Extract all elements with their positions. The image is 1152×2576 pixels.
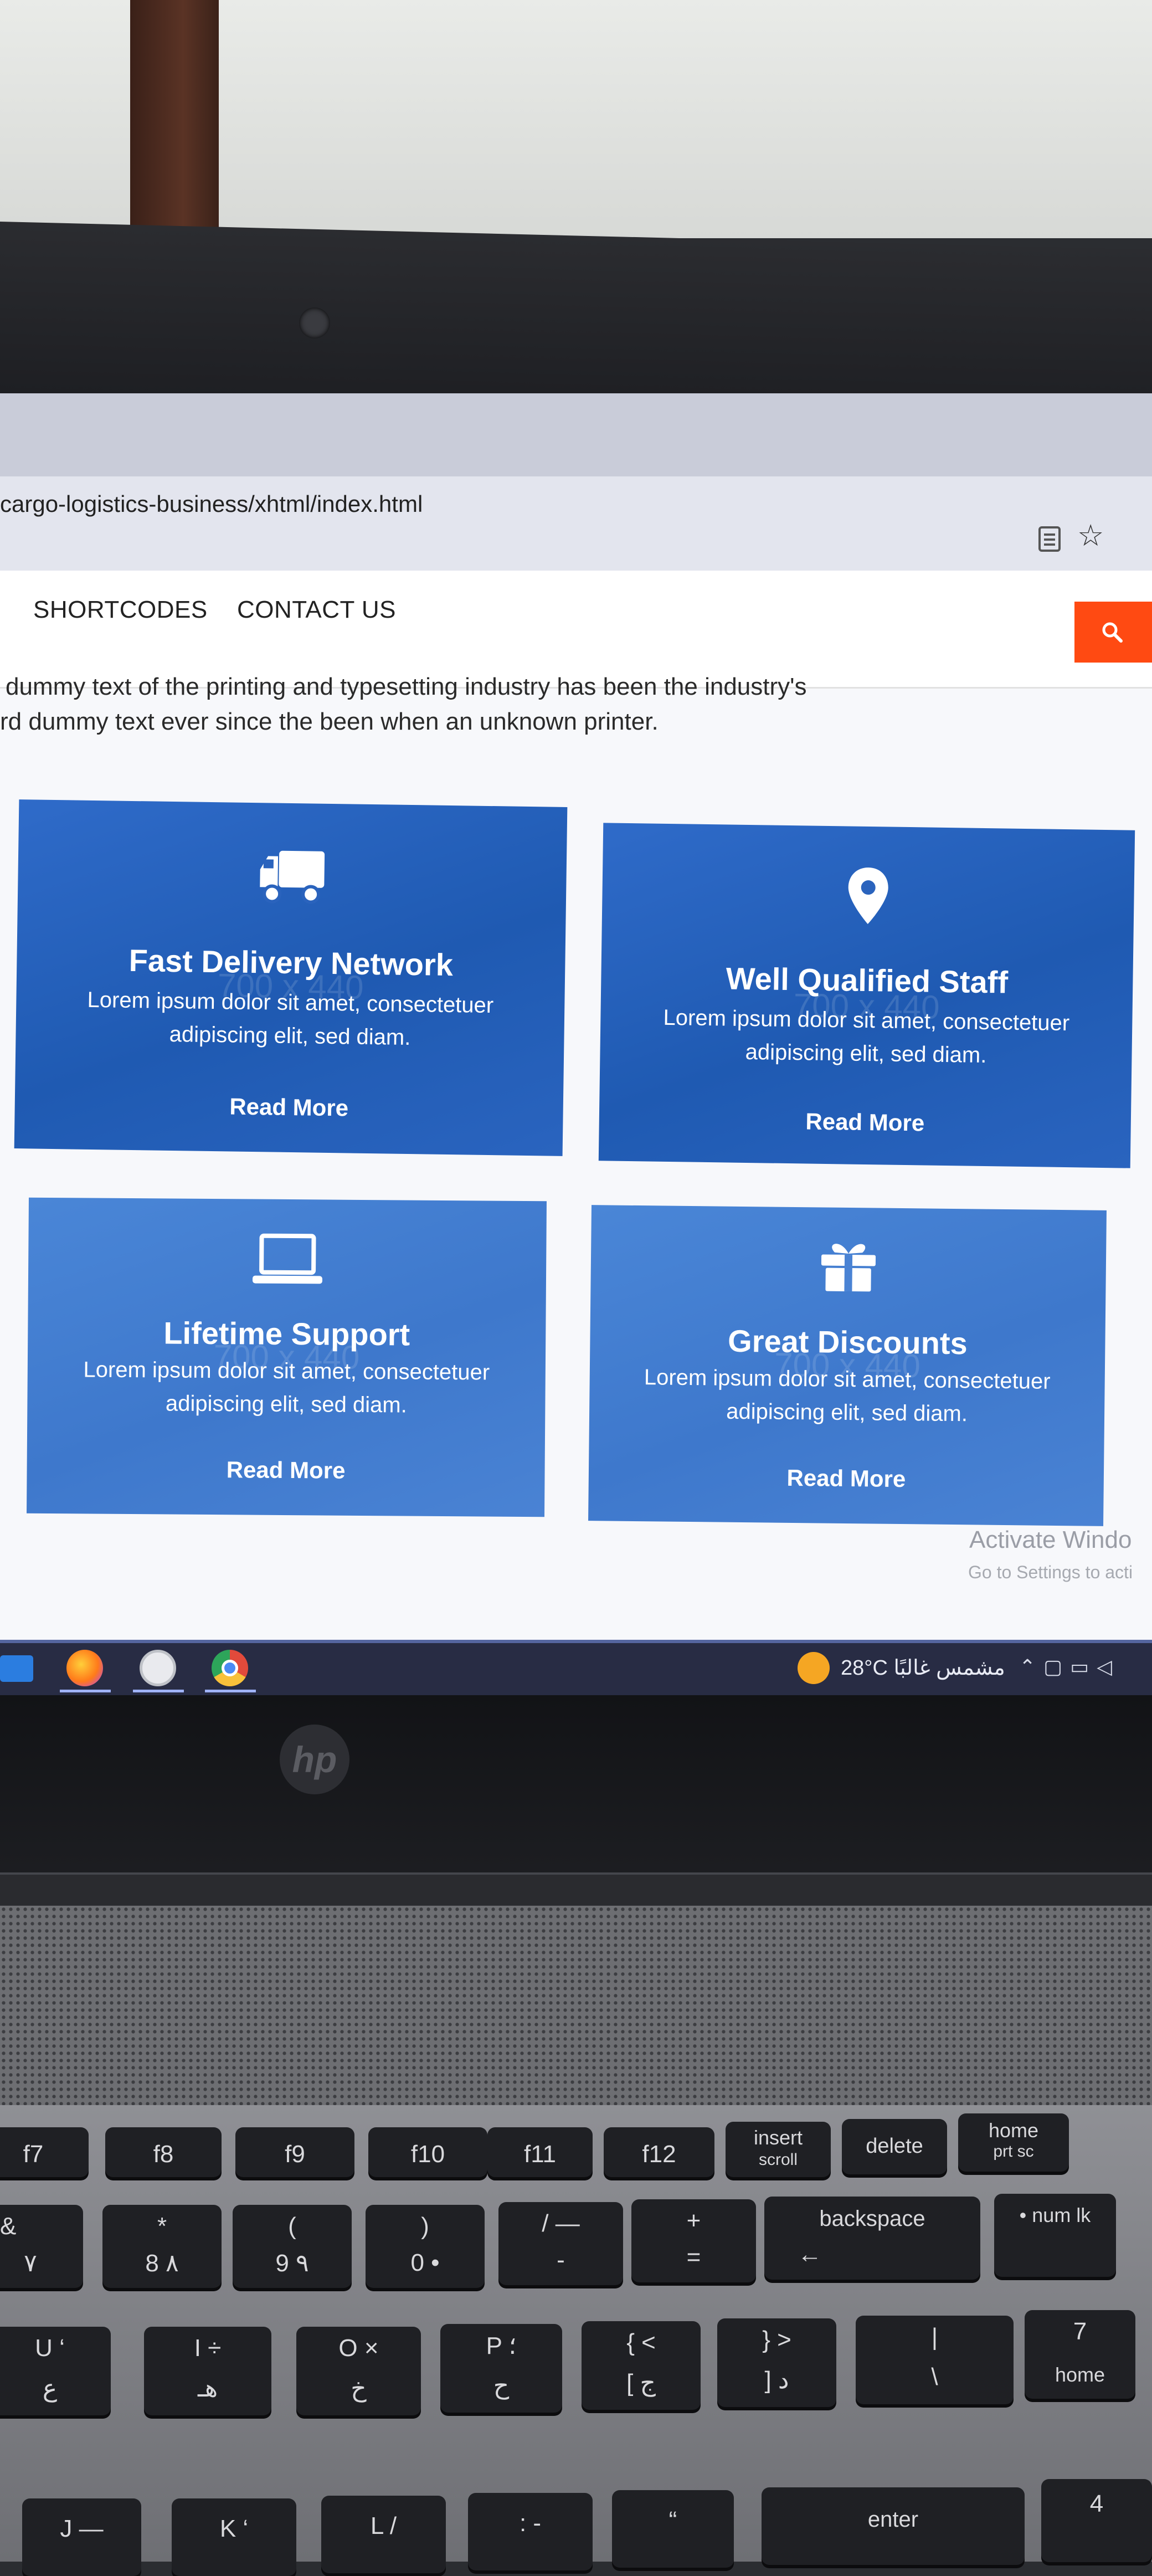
key-equals[interactable]: + =	[631, 2199, 756, 2282]
hp-logo: hp	[280, 1725, 349, 1794]
nav-item-shortcodes[interactable]: SHORTCODES	[33, 596, 208, 624]
key-quote[interactable]: “	[612, 2490, 734, 2568]
card-title: Fast Delivery Network	[128, 942, 454, 983]
card-description: Lorem ipsum dolor sit amet, consectetuer…	[87, 987, 494, 1050]
search-icon	[1102, 622, 1123, 643]
key-home[interactable]: home prt sc	[958, 2113, 1069, 2172]
key-insert[interactable]: insert scroll	[726, 2122, 831, 2177]
service-card-qualified-staff: 700 x 440 Well Qualified Staff Lorem ips…	[598, 823, 1135, 1168]
key-8[interactable]: * 8 ٨	[102, 2205, 222, 2288]
laptop-bottom-bezel	[0, 1695, 1152, 1900]
key-backslash[interactable]: | \	[856, 2316, 1014, 2404]
key-u[interactable]: U ‘ع	[0, 2327, 111, 2415]
activate-windows-watermark: Activate Windo	[969, 1526, 1132, 1553]
key-f10[interactable]: f10	[368, 2127, 487, 2177]
read-more-link[interactable]: Read More	[589, 1463, 1104, 1495]
intro-text-line-2: rd dummy text ever since the been when a…	[0, 708, 659, 735]
weather-icon[interactable]	[798, 1652, 830, 1684]
key-f7[interactable]: f7	[0, 2127, 89, 2177]
webcam-icon	[299, 307, 330, 338]
key-f8[interactable]: f8	[105, 2127, 222, 2177]
key-7[interactable]: & ٧	[0, 2205, 83, 2288]
nav-item-contact-us[interactable]: CONTACT US	[237, 596, 396, 624]
key-j[interactable]: J —	[22, 2498, 141, 2576]
weather-text[interactable]: 28°C مشمس غالبًا	[841, 1655, 1005, 1680]
active-app-indicator	[205, 1690, 256, 1692]
card-title: Lifetime Support	[163, 1315, 410, 1352]
laptop-icon	[252, 1233, 322, 1284]
key-f11[interactable]: f11	[487, 2127, 593, 2177]
key-k[interactable]: K ‘	[172, 2498, 296, 2576]
key-numpad-7[interactable]: 7 home	[1025, 2310, 1135, 2399]
key-minus[interactable]: / — -	[498, 2202, 623, 2285]
chrome-icon[interactable]	[212, 1650, 248, 1686]
gift-icon	[821, 1244, 876, 1292]
service-card-fast-delivery: 700 x 440 Fast Delivery Network Lorem ip…	[14, 799, 568, 1156]
card-description: Lorem ipsum dolor sit amet, consectetuer…	[644, 1365, 1051, 1426]
key-num-lock[interactable]: • num lk	[994, 2194, 1116, 2277]
key-i[interactable]: I ÷ هـ	[144, 2327, 271, 2415]
truck-icon	[260, 850, 325, 904]
key-enter[interactable]: enter	[762, 2487, 1025, 2565]
key-delete[interactable]: delete	[842, 2119, 947, 2174]
mail-icon[interactable]	[0, 1655, 33, 1682]
key-l[interactable]: L /	[321, 2496, 446, 2573]
key-f12[interactable]: f12	[604, 2127, 714, 2177]
card-title: Great Discounts	[727, 1323, 968, 1361]
key-right-bracket[interactable]: } >] د	[717, 2318, 836, 2407]
key-p[interactable]: P ؛ ح	[440, 2324, 562, 2413]
key-o[interactable]: O × خ	[296, 2327, 421, 2415]
search-button[interactable]	[1074, 602, 1152, 663]
card-title: Well Qualified Staff	[726, 961, 1009, 1000]
read-more-link[interactable]: Read More	[599, 1105, 1132, 1139]
reader-view-icon[interactable]	[1038, 526, 1061, 552]
key-numpad-4[interactable]: 4	[1041, 2479, 1152, 2562]
read-more-link[interactable]: Read More	[27, 1455, 544, 1486]
key-semicolon[interactable]: : -	[468, 2493, 593, 2570]
whatsapp-icon[interactable]	[140, 1650, 176, 1686]
bookmark-star-icon[interactable]: ☆	[1077, 521, 1104, 551]
activate-windows-subtext: Go to Settings to acti	[968, 1562, 1133, 1582]
key-9[interactable]: (9 ٩	[233, 2205, 352, 2288]
key-f9[interactable]: f9	[235, 2127, 354, 2177]
speaker-grille	[0, 1906, 1152, 2111]
service-card-great-discounts: 700 x 440 Great Discounts Lorem ipsum do…	[588, 1205, 1107, 1526]
active-app-indicator	[133, 1690, 184, 1692]
door-frame	[130, 0, 219, 233]
card-description: Lorem ipsum dolor sit amet, consectetuer…	[83, 1357, 490, 1418]
read-more-link[interactable]: Read More	[14, 1090, 563, 1125]
system-tray-icons[interactable]: ⌃▢▭◁	[1019, 1655, 1120, 1679]
key-left-bracket[interactable]: { <[ ج	[582, 2321, 701, 2410]
key-0[interactable]: ) 0 •	[366, 2205, 485, 2288]
service-card-lifetime-support: 700 x 440 Lifetime Support Lorem ipsum d…	[27, 1197, 547, 1517]
active-app-indicator	[60, 1690, 111, 1692]
url-text[interactable]: cargo-logistics-business/xhtml/index.htm…	[0, 491, 423, 517]
firefox-icon[interactable]	[66, 1650, 103, 1686]
intro-text-line-1: dummy text of the printing and typesetti…	[6, 673, 807, 700]
card-description: Lorem ipsum dolor sit amet, consectetuer…	[663, 1005, 1070, 1068]
browser-tab-bar	[0, 393, 1152, 476]
key-backspace[interactable]: backspace ←	[764, 2197, 980, 2280]
site-navbar	[0, 571, 1152, 689]
laptop-screen: cargo-logistics-business/xhtml/index.htm…	[0, 393, 1152, 1695]
map-pin-icon	[848, 868, 888, 925]
